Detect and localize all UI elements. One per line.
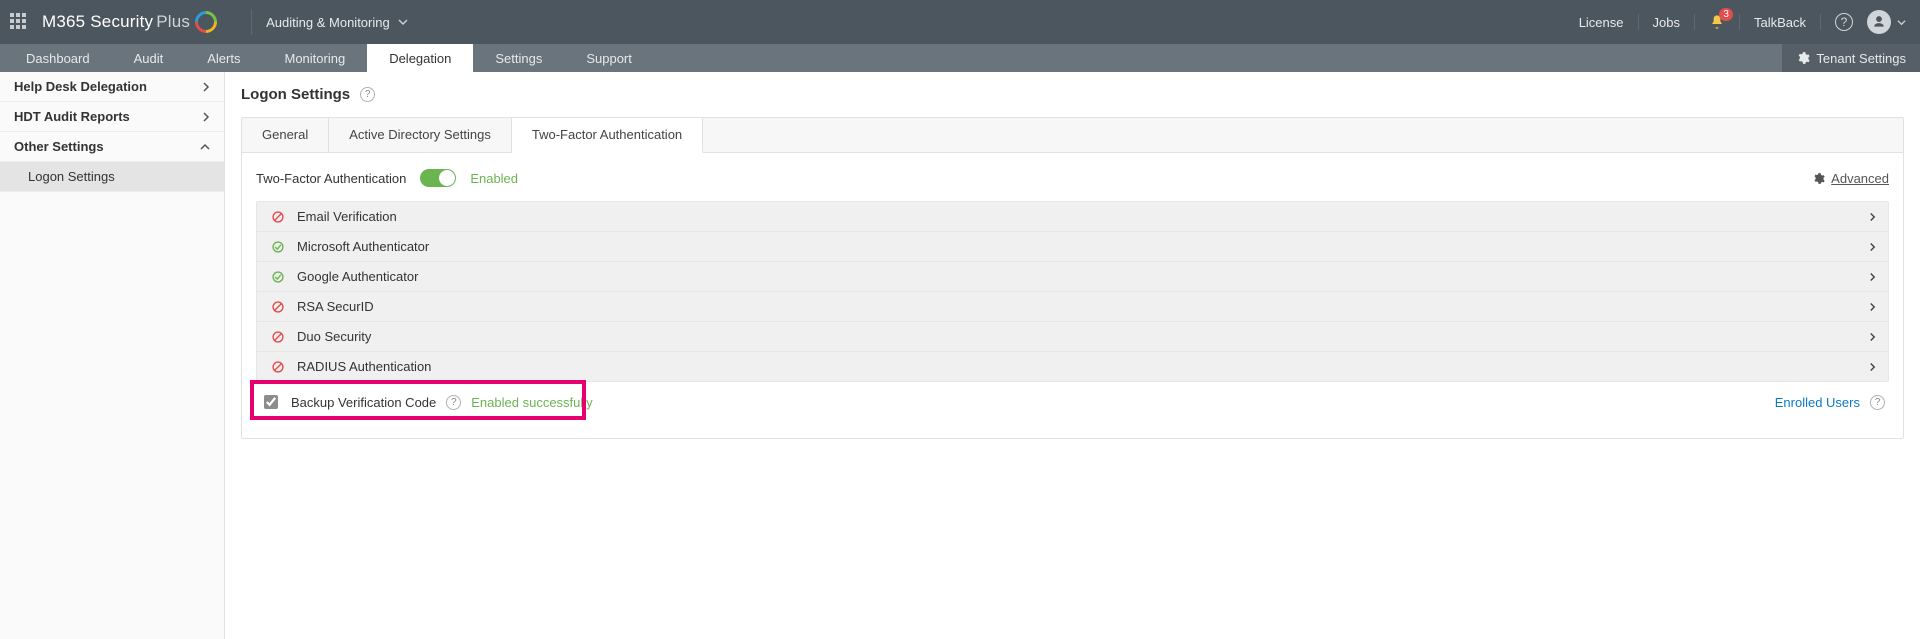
chevron-right-icon <box>202 112 210 122</box>
backup-status: Enabled successfully <box>471 395 592 410</box>
backup-code-checkbox[interactable] <box>264 395 278 409</box>
divider <box>1820 14 1821 30</box>
chevron-right-icon <box>1869 272 1876 282</box>
user-avatar-menu[interactable] <box>1867 10 1891 34</box>
nav-tab-support[interactable]: Support <box>564 44 654 72</box>
sidebar-item-other-settings[interactable]: Other Settings <box>0 132 224 162</box>
body-layout: Help Desk Delegation HDT Audit Reports O… <box>0 72 1920 639</box>
help-icon[interactable]: ? <box>446 395 461 410</box>
method-name: Microsoft Authenticator <box>297 239 429 254</box>
workspace-label: Auditing & Monitoring <box>266 15 390 30</box>
chevron-down-icon <box>200 143 210 151</box>
enabled-icon <box>269 240 287 254</box>
nav-tab-settings[interactable]: Settings <box>473 44 564 72</box>
page-title: Logon Settings <box>241 86 350 103</box>
chevron-right-icon <box>1869 212 1876 222</box>
jobs-link[interactable]: Jobs <box>1653 15 1680 30</box>
sidebar: Help Desk Delegation HDT Audit Reports O… <box>0 72 225 639</box>
sidebar-item-hdt-audit-reports[interactable]: HDT Audit Reports <box>0 102 224 132</box>
tenant-settings-button[interactable]: Tenant Settings <box>1782 44 1920 72</box>
workspace-dropdown[interactable]: Auditing & Monitoring <box>266 15 408 30</box>
method-name: RSA SecurID <box>297 299 374 314</box>
tfa-method-list: Email Verification Microsoft Authenticat… <box>256 201 1889 382</box>
nav-tab-monitoring[interactable]: Monitoring <box>262 44 367 72</box>
top-bar: M365 Security Plus Auditing & Monitoring… <box>0 0 1920 44</box>
divider <box>1638 14 1639 30</box>
chevron-right-icon <box>1869 242 1876 252</box>
chevron-down-icon <box>1897 18 1906 27</box>
tab-general[interactable]: General <box>242 118 329 152</box>
enrolled-users-link[interactable]: Enrolled Users <box>1775 395 1860 410</box>
divider <box>1739 14 1740 30</box>
disabled-icon <box>269 210 287 224</box>
method-name: Duo Security <box>297 329 371 344</box>
divider <box>251 9 252 35</box>
method-name: Email Verification <box>297 209 397 224</box>
sidebar-sub-label: Logon Settings <box>28 169 115 184</box>
spacer <box>654 44 1783 72</box>
method-row-radius-authentication[interactable]: RADIUS Authentication <box>257 352 1888 381</box>
apps-grid-icon[interactable] <box>10 13 28 31</box>
help-icon[interactable]: ? <box>1870 395 1885 410</box>
chevron-right-icon <box>1869 362 1876 372</box>
method-row-microsoft-authenticator[interactable]: Microsoft Authenticator <box>257 232 1888 262</box>
brand-suffix: Plus <box>156 12 190 32</box>
tfa-toggle[interactable] <box>420 169 456 187</box>
help-button[interactable]: ? <box>1835 13 1853 31</box>
tfa-enabled-label: Enabled <box>470 171 518 186</box>
talkback-link[interactable]: TalkBack <box>1754 15 1806 30</box>
nav-tab-alerts[interactable]: Alerts <box>185 44 262 72</box>
sidebar-item-label: HDT Audit Reports <box>14 109 130 124</box>
gear-icon <box>1796 51 1810 65</box>
backup-code-label: Backup Verification Code <box>291 395 436 410</box>
content-tabs: General Active Directory Settings Two-Fa… <box>242 118 1903 153</box>
backup-verification-row: Backup Verification Code ? Enabled succe… <box>256 382 1889 414</box>
chevron-right-icon <box>202 82 210 92</box>
content-frame: General Active Directory Settings Two-Fa… <box>241 117 1904 439</box>
tenant-settings-label: Tenant Settings <box>1816 51 1906 66</box>
gear-icon <box>1812 172 1825 185</box>
tab-two-factor-auth[interactable]: Two-Factor Authentication <box>512 118 703 153</box>
sidebar-item-label: Help Desk Delegation <box>14 79 147 94</box>
method-name: Google Authenticator <box>297 269 418 284</box>
page-header: Logon Settings ? <box>241 82 1904 117</box>
main-content: Logon Settings ? General Active Director… <box>225 72 1920 639</box>
disabled-icon <box>269 330 287 344</box>
help-icon[interactable]: ? <box>360 87 375 102</box>
method-row-rsa-securid[interactable]: RSA SecurID <box>257 292 1888 322</box>
method-row-email-verification[interactable]: Email Verification <box>257 202 1888 232</box>
notification-badge: 3 <box>1719 8 1733 21</box>
nav-tab-delegation[interactable]: Delegation <box>367 44 473 72</box>
nav-tab-audit[interactable]: Audit <box>112 44 186 72</box>
content-body: Two-Factor Authentication Enabled Advanc… <box>242 153 1903 438</box>
method-name: RADIUS Authentication <box>297 359 431 374</box>
advanced-link[interactable]: Advanced <box>1812 171 1889 186</box>
advanced-label: Advanced <box>1831 171 1889 186</box>
tfa-heading: Two-Factor Authentication <box>256 171 406 186</box>
notifications-button[interactable]: 3 <box>1709 14 1725 30</box>
sidebar-item-help-desk-delegation[interactable]: Help Desk Delegation <box>0 72 224 102</box>
divider <box>1694 14 1695 30</box>
nav-tab-dashboard[interactable]: Dashboard <box>4 44 112 72</box>
topbar-right: License Jobs 3 TalkBack ? <box>1579 10 1906 34</box>
chevron-down-icon <box>398 17 408 27</box>
method-row-duo-security[interactable]: Duo Security <box>257 322 1888 352</box>
user-icon <box>1872 15 1886 29</box>
sidebar-sub-logon-settings[interactable]: Logon Settings <box>0 162 224 192</box>
disabled-icon <box>269 360 287 374</box>
brand-main: M365 Security <box>42 12 153 32</box>
tfa-toggle-row: Two-Factor Authentication Enabled Advanc… <box>256 169 1889 187</box>
disabled-icon <box>269 300 287 314</box>
main-nav: Dashboard Audit Alerts Monitoring Delega… <box>0 44 1920 72</box>
chevron-right-icon <box>1869 302 1876 312</box>
method-row-google-authenticator[interactable]: Google Authenticator <box>257 262 1888 292</box>
enabled-icon <box>269 270 287 284</box>
chevron-right-icon <box>1869 332 1876 342</box>
product-brand: M365 Security Plus <box>42 11 217 33</box>
brand-swirl-icon <box>191 6 222 37</box>
sidebar-item-label: Other Settings <box>14 139 104 154</box>
license-link[interactable]: License <box>1579 15 1624 30</box>
tab-ad-settings[interactable]: Active Directory Settings <box>329 118 512 152</box>
